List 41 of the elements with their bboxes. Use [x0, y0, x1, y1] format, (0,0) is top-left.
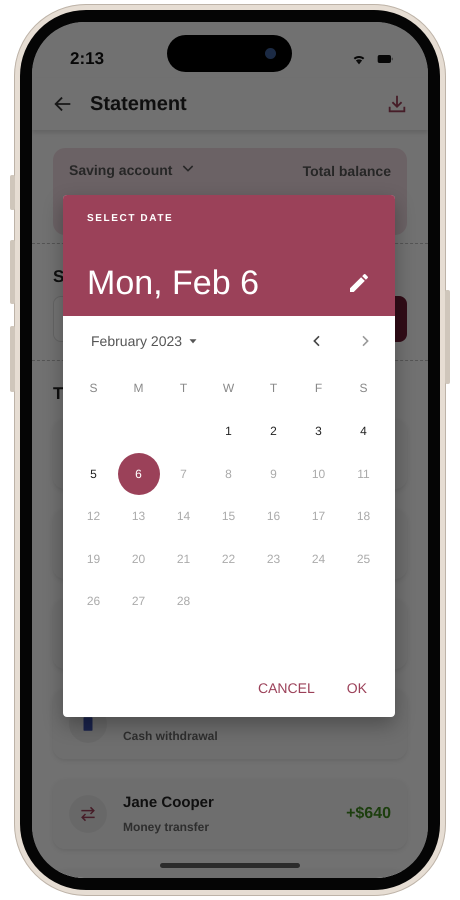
- calendar-day: 10: [298, 452, 340, 495]
- transaction-type: Cash withdrawal: [123, 728, 219, 745]
- transaction-amount: +$640: [346, 804, 391, 824]
- calendar-day: 25: [342, 538, 384, 580]
- transaction-name: Jane Cooper: [123, 792, 215, 813]
- calendar-day: 18: [342, 495, 384, 538]
- calendar-day: 24: [298, 538, 340, 580]
- section-title: T: [53, 384, 64, 403]
- weekday-label: T: [270, 380, 278, 397]
- calendar-day: 20: [118, 538, 160, 580]
- weekday-label: S: [89, 380, 98, 397]
- account-label: Saving account: [69, 161, 172, 180]
- calendar-day: 14: [162, 495, 204, 538]
- section-title: S: [53, 267, 64, 286]
- calendar-day: 15: [208, 495, 250, 538]
- calendar-day: 19: [72, 538, 114, 580]
- calendar-day: 27: [118, 580, 160, 622]
- weekday-label: W: [222, 380, 234, 397]
- selected-date: Mon, Feb 6: [87, 266, 259, 300]
- calendar-day: 17: [298, 495, 340, 538]
- calendar-day: 26: [72, 580, 114, 622]
- transaction-type: Money transfer: [123, 819, 210, 836]
- calendar-day: 8: [208, 452, 250, 495]
- weekday-label: F: [314, 380, 322, 397]
- screen-title: Statement: [90, 92, 188, 117]
- weekday-label: S: [359, 380, 368, 397]
- calendar-day: 23: [252, 538, 294, 580]
- calendar-day: 12: [72, 495, 114, 538]
- calendar-day: 7: [162, 452, 204, 495]
- calendar-day: 13: [118, 495, 160, 538]
- calendar-day: 21: [162, 538, 204, 580]
- calendar-day: 9: [252, 452, 294, 495]
- weekday-label: T: [180, 380, 188, 397]
- weekday-label: M: [134, 380, 144, 397]
- status-time: 2:13: [70, 48, 104, 70]
- dialog-label: SELECT DATE: [87, 212, 174, 226]
- calendar-day: 11: [342, 452, 384, 495]
- balance-label: Total balance: [302, 163, 391, 179]
- calendar-day: 16: [252, 495, 294, 538]
- calendar-day: 22: [208, 538, 250, 580]
- calendar-day: 28: [162, 580, 204, 622]
